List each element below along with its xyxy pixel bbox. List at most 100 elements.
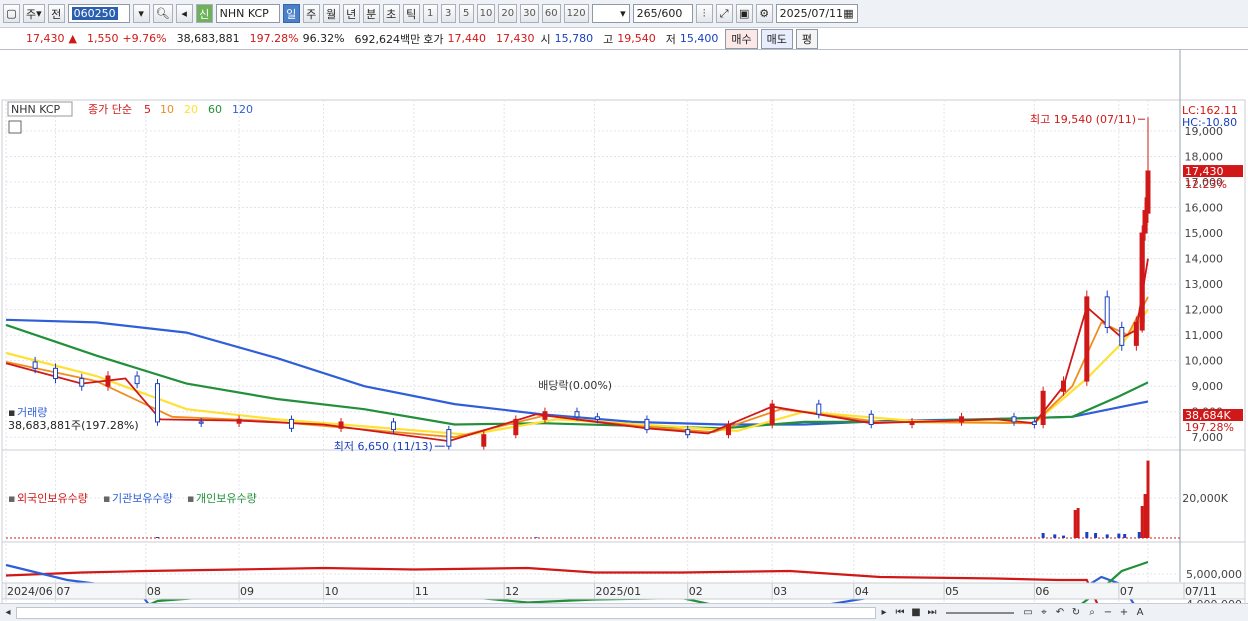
market-select[interactable]: 주 ▾ xyxy=(23,4,45,23)
scroll-right-icon[interactable]: ▸ xyxy=(876,605,892,621)
period-month-tab[interactable]: 월 xyxy=(322,4,340,23)
hc-label: HC:-10.80 xyxy=(1182,116,1237,129)
candle-body xyxy=(909,421,915,425)
candle-body xyxy=(446,429,452,447)
holdings-legend-0: 외국인보유수량 xyxy=(17,492,88,505)
period-tick-tab[interactable]: 틱 xyxy=(402,4,420,23)
chart-scrollbar[interactable]: ◂ ▸ ⏮ ■ ⏭ ▭ ⌖ ↶ ↻ ⌕ − + A xyxy=(0,603,1248,621)
volume-bar xyxy=(1053,534,1057,538)
high-price: 19,540 xyxy=(617,32,656,45)
candle-body xyxy=(644,418,650,431)
interval-1[interactable]: 1 xyxy=(422,4,438,23)
date-input[interactable]: 2025/07/11 ▦ xyxy=(775,4,858,23)
x-axis-label: 07 xyxy=(57,585,71,598)
holdings-legend-2: 개인보유수량 xyxy=(196,492,257,505)
interval-30[interactable]: 30 xyxy=(520,4,539,23)
stock-badge: 신 xyxy=(195,4,213,23)
candle-body xyxy=(154,383,160,423)
price-change: 1,550 xyxy=(86,32,119,45)
volume-bar xyxy=(1041,533,1045,538)
x-axis-label: 12 xyxy=(505,585,519,598)
undo-icon[interactable]: ↶ xyxy=(1052,605,1068,621)
speaker-icon[interactable]: ◂ xyxy=(175,4,193,23)
settings-gear-icon[interactable]: ⚙ xyxy=(755,4,773,23)
x-axis-label: 2024/06 xyxy=(7,585,53,598)
price-tick-label: 15,000 xyxy=(1185,227,1224,240)
candle-body xyxy=(481,434,487,447)
scroll-track[interactable] xyxy=(16,606,876,619)
low-annotation: 최저 6,650 (11/13) xyxy=(334,440,433,453)
evaluation-button[interactable]: 평 xyxy=(795,28,819,49)
stop-icon[interactable]: ■ xyxy=(908,605,924,621)
x-axis-label: 07 xyxy=(1120,585,1134,598)
sell-button[interactable]: 매도 xyxy=(760,28,793,49)
holdings-legend-icon: ▪ xyxy=(187,492,194,505)
stock-name-field[interactable]: NHN KCP xyxy=(215,4,280,23)
calendar-icon[interactable]: ▦ xyxy=(843,7,853,20)
interval-120[interactable]: 120 xyxy=(563,4,589,23)
interval-custom-input[interactable]: ▾ xyxy=(591,4,630,23)
interval-5[interactable]: 5 xyxy=(458,4,474,23)
play-back-icon[interactable]: ⏮ xyxy=(892,605,908,621)
period-second-tab[interactable]: 초 xyxy=(382,4,400,23)
dropdown-arrow-icon[interactable]: ▾ xyxy=(132,4,150,23)
interval-20[interactable]: 20 xyxy=(498,4,518,23)
scroll-left-icon[interactable]: ◂ xyxy=(0,605,16,621)
dividend-annotation: 배당락(0.00%) xyxy=(538,379,612,392)
period-week-tab[interactable]: 주 xyxy=(302,4,320,23)
candle-body xyxy=(236,418,242,424)
font-size-icon[interactable]: A xyxy=(1132,605,1148,621)
volume-icon: ▪ xyxy=(8,406,15,419)
chart-grid xyxy=(1,50,1246,621)
volume-bar xyxy=(1094,533,1098,538)
high-label: 고 xyxy=(603,32,614,46)
zoom-in-icon[interactable]: + xyxy=(1116,605,1132,621)
volume-bar xyxy=(1076,508,1080,538)
bar-count-field[interactable]: 265/600 xyxy=(632,4,693,23)
interval-60[interactable]: 60 xyxy=(541,4,561,23)
candle-body xyxy=(390,421,396,431)
buy-button[interactable]: 매수 xyxy=(725,28,758,49)
x-axis-label: 08 xyxy=(147,585,161,598)
chart-type-icon[interactable]: ⫶ xyxy=(695,4,713,23)
candle-body xyxy=(289,418,294,429)
period-year-tab[interactable]: 년 xyxy=(342,4,360,23)
grid-toggle-icon xyxy=(8,120,22,134)
period-day-tab[interactable]: 일 xyxy=(282,4,300,23)
candle-body xyxy=(1119,326,1125,346)
zoom-out-icon[interactable]: − xyxy=(1100,605,1116,621)
crosshair-icon[interactable]: ⌖ xyxy=(1036,605,1052,621)
open-price: 15,780 xyxy=(554,32,594,45)
chart-area[interactable]: 2024/06 07 08 09 10 11 12 2025/01 02 03 04 05 06 07 07… xyxy=(0,50,1248,621)
chart-canvas[interactable]: 2024/06 07 08 09 10 11 12 2025/01 02 03 04 05 06 07 07… xyxy=(0,50,1248,621)
bar-count-max: /600 xyxy=(657,7,683,20)
price-change-pct: +9.76% xyxy=(122,32,167,45)
layout-icon[interactable]: ▭ xyxy=(1020,605,1036,621)
refresh-icon[interactable]: ↻ xyxy=(1068,605,1084,621)
x-axis-label: 05 xyxy=(945,585,959,598)
search-zoom-icon[interactable]: ⌕ xyxy=(1084,605,1100,621)
candle-body xyxy=(594,416,600,420)
interval-10[interactable]: 10 xyxy=(476,4,496,23)
period-minute-tab[interactable]: 분 xyxy=(362,4,380,23)
drawing-tool-icon[interactable]: ⤢ xyxy=(715,4,733,23)
prev-button[interactable]: 전 xyxy=(47,4,65,23)
candle-body xyxy=(725,423,731,436)
volume-bar xyxy=(1117,533,1121,538)
price-tick-label: 12,000 xyxy=(1185,304,1224,317)
save-icon[interactable]: ▣ xyxy=(735,4,753,23)
volume-bar xyxy=(1123,534,1127,538)
play-forward-icon[interactable]: ⏭ xyxy=(924,605,940,621)
stock-code-input[interactable]: 060250 xyxy=(67,4,130,23)
candle-body xyxy=(79,378,85,387)
candle-body xyxy=(1061,380,1067,392)
search-icon[interactable]: 🔍︎ xyxy=(152,4,173,23)
candle-body xyxy=(769,403,775,425)
candle-body xyxy=(1145,170,1151,214)
interval-3[interactable]: 3 xyxy=(440,4,456,23)
toolbar: ▢ 주 ▾ 전 060250 ▾ 🔍︎ ◂ 신 NHN KCP 일 주 월 년 분… xyxy=(0,0,1248,28)
candle-body xyxy=(1133,321,1139,346)
current-price: 17,430 xyxy=(26,32,65,45)
speed-slider[interactable] xyxy=(946,611,1014,614)
window-icon[interactable]: ▢ xyxy=(3,4,20,23)
